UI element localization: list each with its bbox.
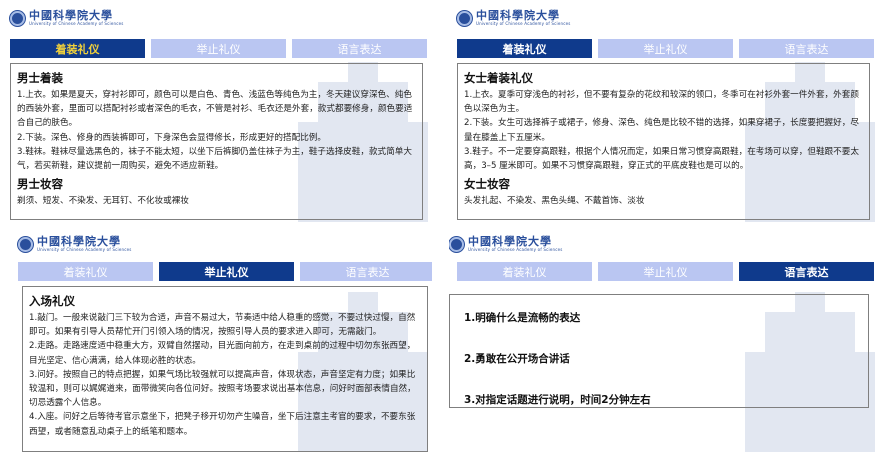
- content-box: 女士着装礼仪 1.上衣。夏季可穿浅色的衬衫，但不要有复杂的花纹和较深的领口，冬季…: [457, 63, 870, 220]
- section-title: 入场礼仪: [29, 294, 75, 308]
- logo-en: University of Chinese Academy of Science…: [37, 247, 132, 252]
- logo-cn: 中國科學院大學: [476, 9, 560, 22]
- paragraph: 1.上衣。夏季可穿浅色的衬衫，但不要有复杂的花纹和较深的领口，冬季可在衬衫外套一…: [464, 90, 859, 115]
- section-title: 男士妆容: [17, 177, 63, 192]
- slide-female-dress: 中國科學院大學 University of Chinese Academy of…: [449, 2, 879, 222]
- section-title: 女士着装礼仪: [464, 71, 533, 85]
- slide-male-dress: 中國科學院大學 University of Chinese Academy of…: [2, 2, 432, 222]
- emblem-icon: [449, 236, 464, 252]
- section-title: 女士妆容: [464, 177, 510, 192]
- content-box: 男士着装 1.上衣。如果是夏天，穿衬衫即可，颜色可以是白色、青色、浅蓝色等纯色为…: [10, 63, 423, 220]
- tab-speech[interactable]: 语言表达: [739, 262, 874, 281]
- university-logo: 中國科學院大學 University of Chinese Academy of…: [457, 8, 571, 28]
- paragraph: 2.下装。女生可选择裤子或裙子，修身、深色、纯色是比较不错的选择，如果穿裙子，长…: [464, 118, 859, 143]
- tab-bar: 着装礼仪 举止礼仪 语言表达: [457, 39, 874, 58]
- content-box: 1.明确什么是流畅的表达 2.勇敢在公开场合讲话 3.对指定话题进行说明，时间2…: [449, 294, 869, 408]
- tab-manner[interactable]: 举止礼仪: [159, 262, 294, 281]
- paragraph: 剃须、短发、不染发、无耳钉、不化妆或裸妆: [17, 196, 189, 207]
- list-item: 3.对指定话题进行说明，时间2分钟左右: [464, 394, 651, 406]
- slide-manner: 中國科學院大學 University of Chinese Academy of…: [2, 232, 432, 452]
- list-item: 1.明确什么是流畅的表达: [464, 312, 581, 324]
- slide-speech: 中國科學院大學 University of Chinese Academy of…: [449, 232, 879, 452]
- emblem-icon: [18, 236, 33, 252]
- paragraph: 3.鞋袜。鞋袜尽量选黑色的，袜子不能太短，以坐下后裤脚仍盖住袜子为主，鞋子选择皮…: [17, 146, 412, 172]
- emblem-icon: [457, 10, 472, 26]
- logo-en: University of Chinese Academy of Science…: [29, 21, 124, 26]
- tab-speech[interactable]: 语言表达: [292, 39, 427, 58]
- paragraph: 4.入座。问好之后等待考官示意坐下，把凳子移开切勿产生噪音，坐下后注意主考官的要…: [29, 412, 416, 437]
- list-item: 2.勇敢在公开场合讲话: [464, 353, 570, 365]
- section-title: 男士着装: [17, 71, 63, 85]
- tab-dress[interactable]: 着装礼仪: [18, 262, 153, 281]
- paragraph: 3.鞋子。不一定要穿高跟鞋，根据个人情况而定，如果日常习惯穿高跟鞋，在考场可以穿…: [464, 146, 859, 172]
- logo-cn: 中國科學院大學: [37, 235, 121, 248]
- paragraph: 1.敲门。一般来说敲门三下较为合适，声音不易过大，节奏适中给人稳重的感觉，不要过…: [29, 313, 416, 338]
- tab-dress[interactable]: 着装礼仪: [457, 39, 592, 58]
- paragraph: 2.下装。深色、修身的西装裤即可，下身深色会显得修长，形成更好的搭配比例。: [17, 132, 326, 143]
- paragraph: 3.问好。按照自己的特点把握，如果气场比较强就可以提高声音，体现状态，声音坚定有…: [29, 369, 416, 409]
- tab-dress[interactable]: 着装礼仪: [457, 262, 592, 281]
- paragraph: 头发扎起、不染发、黑色头绳、不戴首饰、淡妆: [464, 196, 645, 207]
- content-box: 入场礼仪 1.敲门。一般来说敲门三下较为合适，声音不易过大，节奏适中给人稳重的感…: [22, 286, 428, 452]
- logo-cn: 中國科學院大學: [29, 9, 113, 22]
- university-logo: 中國科學院大學 University of Chinese Academy of…: [449, 234, 563, 254]
- logo-en: University of Chinese Academy of Science…: [476, 21, 571, 26]
- tab-speech[interactable]: 语言表达: [300, 262, 432, 281]
- tab-manner[interactable]: 举止礼仪: [598, 262, 733, 281]
- university-logo: 中國科學院大學 University of Chinese Academy of…: [18, 234, 132, 254]
- paragraph: 1.上衣。如果是夏天，穿衬衫即可，颜色可以是白色、青色、浅蓝色等纯色为主，冬天建…: [17, 90, 413, 129]
- tab-speech[interactable]: 语言表达: [739, 39, 874, 58]
- logo-en: University of Chinese Academy of Science…: [468, 247, 563, 252]
- paragraph: 2.走路。走路速度适中稳重大方，双臂自然摆动，目光面向前方，在走到桌前的过程中切…: [29, 341, 416, 366]
- tab-bar: 着装礼仪 举止礼仪 语言表达: [457, 262, 874, 281]
- tab-dress[interactable]: 着装礼仪: [10, 39, 145, 58]
- tab-manner[interactable]: 举止礼仪: [598, 39, 733, 58]
- logo-cn: 中國科學院大學: [468, 235, 552, 248]
- tab-bar: 着装礼仪 举止礼仪 语言表达: [18, 262, 432, 281]
- university-logo: 中國科學院大學 University of Chinese Academy of…: [10, 8, 124, 28]
- tab-manner[interactable]: 举止礼仪: [151, 39, 286, 58]
- tab-bar: 着装礼仪 举止礼仪 语言表达: [10, 39, 427, 58]
- emblem-icon: [10, 10, 25, 26]
